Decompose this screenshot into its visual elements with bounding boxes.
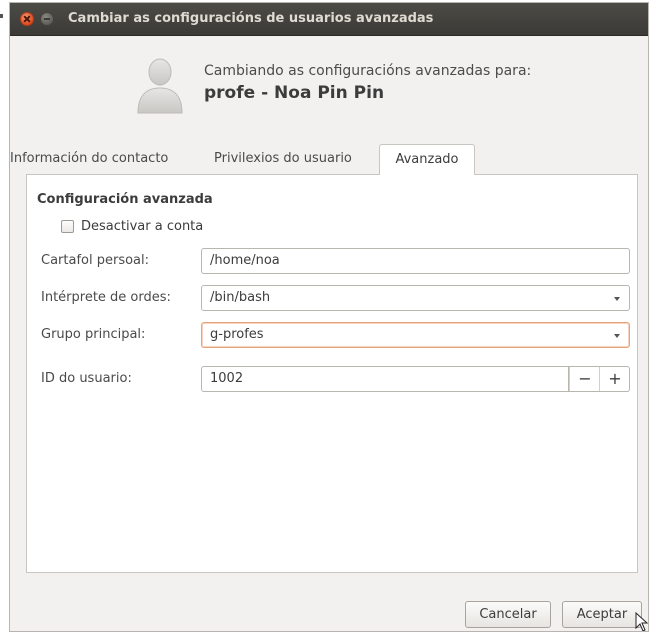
dialog-window: Cambiar as configuracións de usuarios av… bbox=[9, 2, 649, 632]
shell-combobox[interactable]: /bin/bash bbox=[201, 285, 630, 311]
edge-artifact bbox=[0, 14, 3, 18]
tab-bar: Información do contacto Privilexios do u… bbox=[10, 144, 648, 175]
header-user-name: profe - Noa Pin Pin bbox=[204, 83, 385, 103]
tab-contact-info[interactable]: Información do contacto bbox=[10, 144, 206, 174]
cancel-button[interactable]: Cancelar bbox=[465, 601, 551, 628]
minimize-icon[interactable] bbox=[40, 12, 54, 26]
user-id-label: ID do usuario: bbox=[41, 371, 132, 386]
header-subtitle: Cambiando as configuracións avanzadas pa… bbox=[204, 63, 532, 79]
section-title: Configuración avanzada bbox=[37, 192, 213, 207]
checkbox-label: Desactivar a conta bbox=[81, 219, 204, 234]
mouse-pointer-icon bbox=[635, 612, 648, 631]
user-avatar-icon bbox=[137, 58, 183, 114]
checkbox-box[interactable] bbox=[61, 220, 74, 233]
main-group-combobox[interactable]: g-profes bbox=[201, 322, 630, 348]
main-group-label: Grupo principal: bbox=[41, 327, 146, 342]
user-id-spin-buttons: − + bbox=[569, 366, 630, 392]
home-folder-field[interactable]: /home/noa bbox=[201, 248, 630, 274]
titlebar[interactable]: Cambiar as configuracións de usuarios av… bbox=[10, 3, 648, 36]
home-folder-label: Cartafol persoal: bbox=[41, 253, 150, 268]
window-title: Cambiar as configuracións de usuarios av… bbox=[68, 11, 434, 26]
accept-button[interactable]: Aceptar bbox=[562, 601, 642, 628]
user-id-spinbox[interactable]: 1002 bbox=[201, 366, 569, 392]
decrement-button[interactable]: − bbox=[569, 367, 600, 391]
close-icon[interactable] bbox=[20, 12, 34, 26]
dialog-header: Cambiando as configuracións avanzadas pa… bbox=[10, 35, 648, 147]
increment-button[interactable]: + bbox=[599, 367, 630, 391]
shell-label: Intérprete de ordes: bbox=[41, 290, 171, 305]
screen: Cambiar as configuracións de usuarios av… bbox=[0, 0, 651, 634]
tab-user-privileges[interactable]: Privilexios do usuario bbox=[214, 144, 378, 174]
advanced-panel: Configuración avanzada Desactivar a cont… bbox=[26, 174, 638, 573]
tab-advanced[interactable]: Avanzado bbox=[379, 144, 475, 175]
